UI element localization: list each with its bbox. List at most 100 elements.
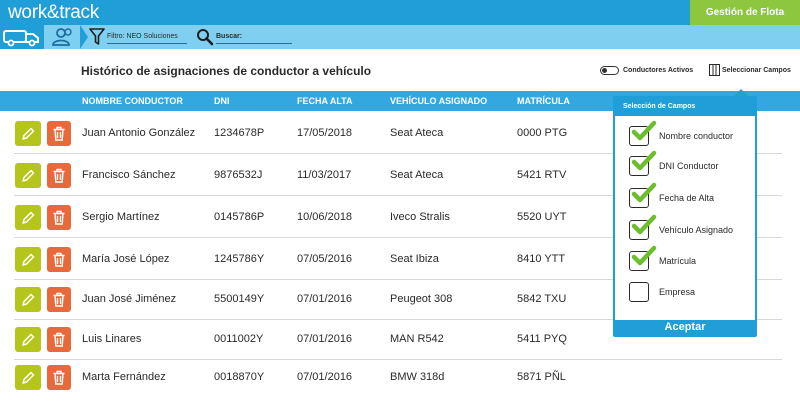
delete-button[interactable] bbox=[47, 327, 71, 352]
trash-icon bbox=[53, 292, 65, 307]
cell-dni: 1245786Y bbox=[214, 253, 265, 265]
vehicles-tab[interactable] bbox=[0, 25, 44, 49]
field-option-label: Fecha de Alta bbox=[659, 193, 715, 203]
cell-dni: 0011002Y bbox=[214, 333, 264, 345]
breadcrumb-separator bbox=[80, 25, 88, 49]
pencil-icon bbox=[22, 293, 35, 306]
delete-button[interactable] bbox=[47, 365, 71, 390]
delete-button[interactable] bbox=[47, 163, 71, 188]
trash-icon bbox=[53, 210, 65, 225]
check-icon bbox=[631, 150, 657, 171]
active-drivers-toggle[interactable] bbox=[600, 66, 619, 75]
toggle-knob bbox=[602, 68, 607, 73]
cell-driver-name: Luis Linares bbox=[82, 333, 142, 345]
drivers-tab[interactable] bbox=[44, 25, 80, 49]
check-icon bbox=[631, 182, 657, 203]
trash-icon bbox=[53, 126, 65, 141]
check-icon bbox=[631, 214, 657, 235]
cell-plate: 5520 UYT bbox=[517, 211, 567, 223]
edit-button[interactable] bbox=[15, 163, 41, 188]
filter-underline bbox=[107, 43, 187, 44]
field-option-dni[interactable]: DNI Conductor bbox=[629, 150, 751, 178]
truck-icon bbox=[3, 30, 39, 47]
cell-start-date: 10/06/2018 bbox=[297, 211, 353, 223]
column-header-vehicle[interactable]: VEHÍCULO ASIGNADO bbox=[390, 96, 487, 106]
column-header-dni[interactable]: DNI bbox=[214, 96, 230, 106]
cell-start-date: 07/05/2016 bbox=[297, 253, 353, 265]
cell-driver-name: Juan Antonio González bbox=[82, 127, 196, 139]
top-bar: work&track Gestión de Flota bbox=[0, 0, 800, 25]
pencil-icon bbox=[22, 169, 35, 182]
select-fields-button[interactable]: Seleccionar Campos bbox=[722, 67, 791, 74]
column-header-date[interactable]: FECHA ALTA bbox=[297, 96, 353, 106]
cell-dni: 5500149Y bbox=[214, 293, 265, 305]
cell-driver-name: Juan José Jiménez bbox=[82, 293, 177, 305]
pencil-icon bbox=[22, 333, 35, 346]
cell-plate: 0000 PTG bbox=[517, 127, 568, 139]
search-input[interactable] bbox=[216, 43, 292, 44]
field-option-vehicle[interactable]: Vehículo Asignado bbox=[629, 214, 751, 242]
toolbar: Filtro: NEO Soluciones Buscar: bbox=[0, 25, 800, 49]
filter-label: Filtro: NEO Soluciones bbox=[107, 33, 178, 40]
cell-dni: 0145786P bbox=[214, 211, 265, 223]
pencil-icon bbox=[22, 371, 35, 384]
gestion-flota-button[interactable]: Gestión de Flota bbox=[690, 0, 800, 25]
cell-driver-name: Marta Fernández bbox=[82, 371, 166, 383]
cell-plate: 8410 YTT bbox=[517, 253, 566, 265]
delete-button[interactable] bbox=[47, 205, 71, 230]
filter-icon[interactable] bbox=[89, 28, 105, 46]
field-option-date[interactable]: Fecha de Alta bbox=[629, 182, 751, 210]
edit-button[interactable] bbox=[15, 365, 41, 390]
field-option-label: Matrícula bbox=[659, 256, 697, 266]
cell-plate: 5421 RTV bbox=[517, 169, 567, 181]
field-option-name[interactable]: Nombre conductor bbox=[629, 120, 751, 148]
cell-dni: 9876532J bbox=[214, 169, 263, 181]
pencil-icon bbox=[22, 253, 35, 266]
cell-start-date: 07/01/2016 bbox=[297, 371, 353, 383]
search-icon[interactable] bbox=[196, 28, 214, 46]
check-icon bbox=[631, 245, 657, 266]
field-option-plate[interactable]: Matrícula bbox=[629, 245, 751, 273]
field-option-company[interactable]: Empresa bbox=[629, 282, 751, 304]
cell-plate: 5842 TXU bbox=[517, 293, 567, 305]
field-option-label: Vehículo Asignado bbox=[659, 225, 734, 235]
delete-button[interactable] bbox=[47, 247, 71, 272]
table-row[interactable]: Marta Fernández 0018870Y 07/01/2016 BMW … bbox=[0, 360, 800, 402]
trash-icon bbox=[53, 370, 65, 385]
checkbox[interactable] bbox=[629, 282, 649, 302]
delete-button[interactable] bbox=[47, 287, 71, 312]
accept-button[interactable]: Aceptar bbox=[615, 320, 755, 335]
delete-button[interactable] bbox=[47, 121, 71, 146]
cell-start-date: 17/05/2018 bbox=[297, 127, 353, 139]
cell-driver-name: Sergio Martínez bbox=[82, 211, 160, 223]
trash-icon bbox=[53, 252, 65, 267]
field-option-label: DNI Conductor bbox=[659, 161, 719, 171]
edit-button[interactable] bbox=[15, 287, 41, 312]
field-selection-panel: Selección de Campos Nombre conductor DNI… bbox=[613, 96, 757, 337]
column-header-plate[interactable]: MATRÍCULA bbox=[517, 96, 570, 106]
pencil-icon bbox=[22, 211, 35, 224]
cell-driver-name: María José López bbox=[82, 253, 170, 265]
field-option-label: Nombre conductor bbox=[659, 131, 734, 141]
user-group-icon bbox=[52, 28, 72, 46]
search-label: Buscar: bbox=[216, 33, 243, 40]
panel-title: Selección de Campos bbox=[615, 98, 755, 116]
trash-icon bbox=[53, 332, 65, 347]
edit-button[interactable] bbox=[15, 247, 41, 272]
pencil-icon bbox=[22, 127, 35, 140]
cell-vehicle: Seat Ateca bbox=[390, 169, 444, 181]
cell-vehicle: MAN R542 bbox=[390, 333, 444, 345]
cell-driver-name: Francisco Sánchez bbox=[82, 169, 176, 181]
cell-vehicle: Seat Ibiza bbox=[390, 253, 439, 265]
page-title: Histórico de asignaciones de conductor a… bbox=[81, 64, 372, 78]
edit-button[interactable] bbox=[15, 327, 41, 352]
cell-vehicle: Peugeot 308 bbox=[390, 293, 453, 305]
cell-dni: 0018870Y bbox=[214, 371, 265, 383]
cell-plate: 5871 PÑL bbox=[517, 371, 566, 383]
edit-button[interactable] bbox=[15, 121, 41, 146]
column-header-name[interactable]: NOMBRE CONDUCTOR bbox=[82, 96, 183, 106]
cell-start-date: 11/03/2017 bbox=[297, 169, 352, 181]
columns-icon[interactable] bbox=[709, 64, 720, 76]
edit-button[interactable] bbox=[15, 205, 41, 230]
cell-start-date: 07/01/2016 bbox=[297, 293, 353, 305]
